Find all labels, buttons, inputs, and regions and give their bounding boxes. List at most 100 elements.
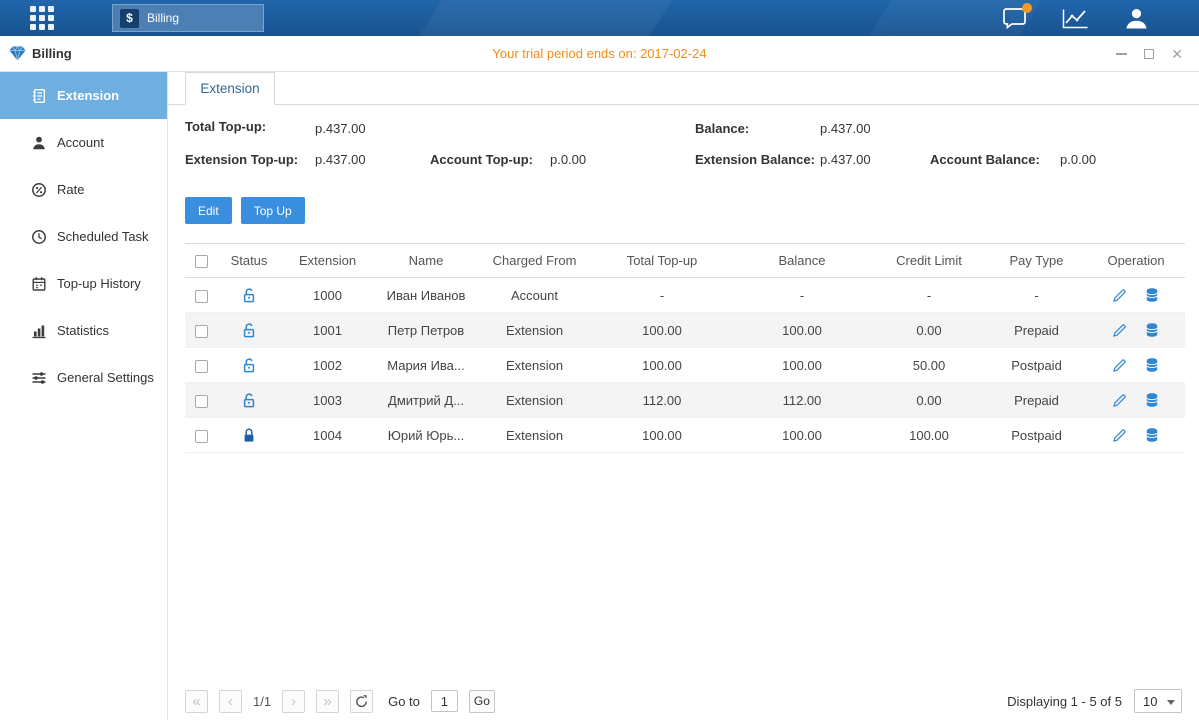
extension-table: Status Extension Name Charged From Total… — [185, 243, 1185, 453]
next-page-button[interactable]: › — [282, 690, 305, 713]
sidebar-item-general-settings[interactable]: General Settings — [0, 354, 167, 401]
table-row: 1001 Петр Петров Extension 100.00 100.00… — [185, 313, 1185, 348]
extension-balance-label: Extension Balance: — [695, 152, 815, 167]
displaying-text: Displaying 1 - 5 of 5 — [1007, 694, 1122, 709]
extension-topup-label: Extension Top-up: — [185, 152, 298, 167]
total-topup-cell: - — [592, 278, 732, 313]
topup-icon[interactable] — [1144, 427, 1160, 443]
locked-icon — [241, 427, 257, 444]
action-buttons: Edit Top Up — [185, 197, 1182, 224]
edit-icon[interactable] — [1112, 428, 1127, 443]
tab-extension[interactable]: Extension — [185, 72, 275, 105]
topup-icon[interactable] — [1144, 287, 1160, 303]
total-topup-cell: 100.00 — [592, 348, 732, 383]
row-checkbox[interactable] — [195, 360, 208, 373]
topup-icon[interactable] — [1144, 322, 1160, 338]
sidebar-item-statistics[interactable]: Statistics — [0, 307, 167, 354]
operation-cell — [1087, 313, 1185, 348]
line-chart-icon[interactable] — [1062, 8, 1089, 29]
sidebar-item-rate[interactable]: Rate — [0, 166, 167, 213]
edit-icon[interactable] — [1112, 323, 1127, 338]
last-page-button[interactable]: » — [316, 690, 339, 713]
extension-cell: 1001 — [280, 313, 375, 348]
name-cell: Иван Иванов — [375, 278, 477, 313]
account-balance-value: p.0.00 — [1060, 152, 1096, 167]
topup-icon[interactable] — [1144, 392, 1160, 408]
select-all-checkbox[interactable] — [195, 255, 208, 268]
name-cell: Дмитрий Д... — [375, 383, 477, 418]
total-topup-cell: 100.00 — [592, 313, 732, 348]
page-size-select[interactable]: 10 — [1134, 689, 1182, 713]
balance-cell: 100.00 — [732, 418, 872, 453]
first-page-button[interactable]: « — [185, 690, 208, 713]
row-checkbox[interactable] — [195, 395, 208, 408]
dollar-icon: $ — [120, 9, 139, 28]
edit-icon[interactable] — [1112, 393, 1127, 408]
charged-from-cell: Extension — [477, 383, 592, 418]
rate-icon — [31, 182, 47, 198]
credit-limit-cell: 50.00 — [872, 348, 986, 383]
unlocked-icon — [241, 392, 257, 409]
credit-limit-cell: 0.00 — [872, 313, 986, 348]
edit-icon[interactable] — [1112, 288, 1127, 303]
maximize-button[interactable] — [1144, 47, 1154, 61]
credit-limit-cell: 100.00 — [872, 418, 986, 453]
sidebar-item-account[interactable]: Account — [0, 119, 167, 166]
operation-cell — [1087, 418, 1185, 453]
topup-icon[interactable] — [1144, 357, 1160, 373]
account-balance-label: Account Balance: — [930, 152, 1040, 167]
balance-cell: 112.00 — [732, 383, 872, 418]
sidebar-item-extension[interactable]: Extension — [0, 72, 167, 119]
total-topup-cell: 100.00 — [592, 418, 732, 453]
total-topup-label: Total Top-up: — [185, 119, 266, 134]
charged-from-cell: Account — [477, 278, 592, 313]
row-checkbox[interactable] — [195, 430, 208, 443]
user-icon[interactable] — [1124, 7, 1149, 29]
account-icon — [31, 135, 47, 151]
window-controls: ✕ — [1116, 47, 1199, 61]
prev-page-button[interactable]: ‹ — [219, 690, 242, 713]
sidebar-item-label: Account — [57, 135, 104, 150]
account-topup-label: Account Top-up: — [430, 152, 533, 167]
goto-page-input[interactable] — [431, 690, 458, 712]
charged-from-cell: Extension — [477, 418, 592, 453]
billing-app-tab[interactable]: $ Billing — [112, 4, 264, 32]
credit-limit-cell: - — [872, 278, 986, 313]
sidebar-item-topup-history[interactable]: Top-up History — [0, 260, 167, 307]
refresh-button[interactable] — [350, 690, 373, 713]
minimize-button[interactable] — [1116, 47, 1127, 61]
apps-grid-icon[interactable] — [30, 6, 54, 30]
col-charged-from: Charged From — [477, 244, 592, 278]
go-button[interactable]: Go — [469, 690, 495, 713]
credit-limit-cell: 0.00 — [872, 383, 986, 418]
edit-icon[interactable] — [1112, 358, 1127, 373]
page-indicator: 1/1 — [253, 694, 271, 709]
unlocked-icon — [241, 357, 257, 374]
trial-notice: Your trial period ends on: 2017-02-24 — [0, 46, 1199, 61]
col-total-topup: Total Top-up — [592, 244, 732, 278]
chat-icon[interactable] — [1002, 8, 1027, 29]
charged-from-cell: Extension — [477, 313, 592, 348]
extension-topup-value: p.437.00 — [315, 152, 366, 167]
row-checkbox[interactable] — [195, 325, 208, 338]
refresh-icon — [354, 694, 369, 709]
top-up-button[interactable]: Top Up — [241, 197, 305, 224]
goto-label: Go to — [388, 694, 420, 709]
close-button[interactable]: ✕ — [1171, 47, 1183, 61]
col-operation: Operation — [1087, 244, 1185, 278]
edit-button[interactable]: Edit — [185, 197, 232, 224]
col-credit-limit: Credit Limit — [872, 244, 986, 278]
extension-cell: 1003 — [280, 383, 375, 418]
page-title: Billing — [32, 46, 72, 61]
minimize-icon — [1116, 53, 1127, 55]
sidebar-item-scheduled-task[interactable]: Scheduled Task — [0, 213, 167, 260]
balance-summary: Total Top-up: p.437.00 Balance: p.437.00… — [185, 119, 1182, 181]
billing-tab-label: Billing — [147, 11, 179, 25]
col-balance: Balance — [732, 244, 872, 278]
row-checkbox[interactable] — [195, 290, 208, 303]
sidebar-item-label: Extension — [57, 88, 119, 103]
pay-type-cell: Postpaid — [986, 418, 1087, 453]
sidebar-item-label: General Settings — [57, 370, 154, 385]
app-logo-icon — [9, 46, 26, 61]
pagination-right: Displaying 1 - 5 of 5 10 — [1007, 689, 1182, 713]
